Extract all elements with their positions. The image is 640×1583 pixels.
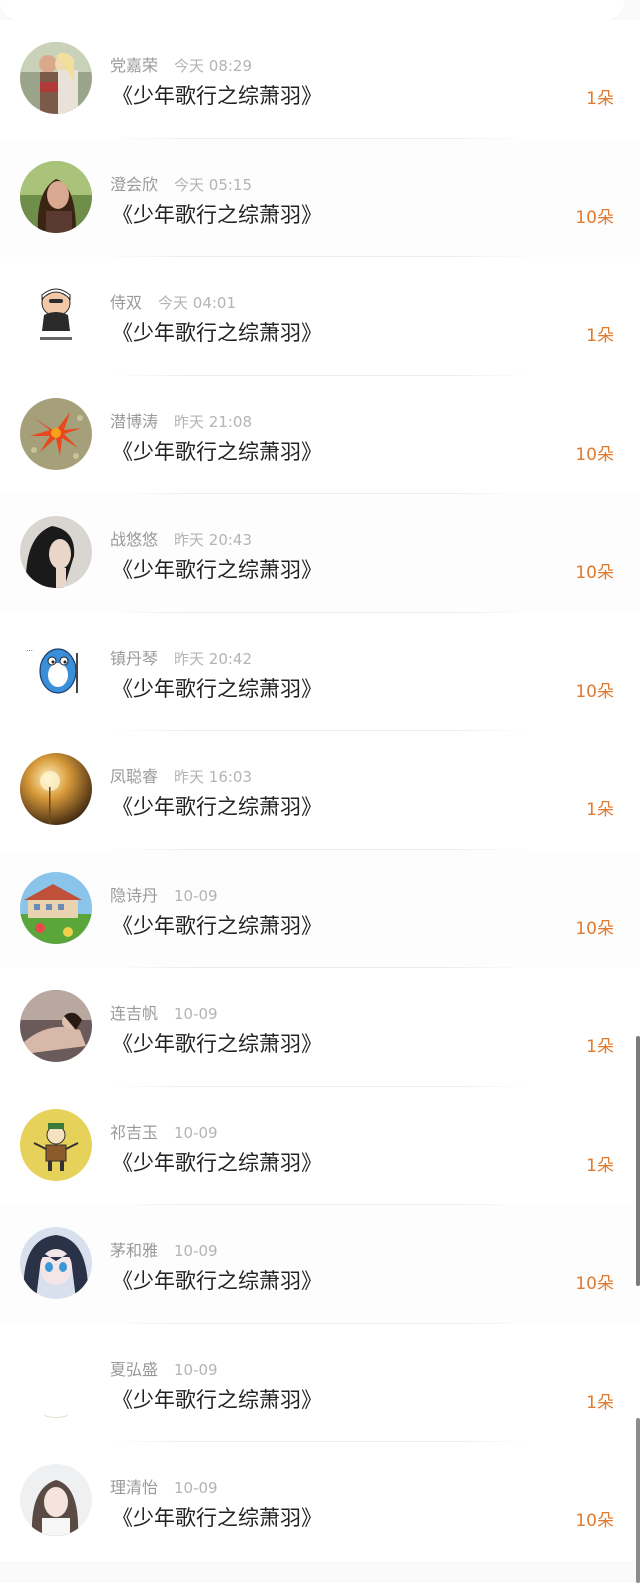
user-info-line: 祁吉玉 10-09: [110, 1119, 218, 1143]
list-item[interactable]: 澄会欣 今天 05:15 《少年歌行之综萧羽》 10朵: [0, 138, 640, 257]
user-name: 澄会欣: [110, 174, 159, 194]
user-name: 镇丹琴: [110, 648, 159, 668]
book-title[interactable]: 《少年歌行之综萧羽》: [112, 791, 322, 821]
user-info-line: 侍双 今天 04:01: [110, 289, 236, 313]
user-info-line: 潜博涛 昨天 21:08: [110, 408, 252, 432]
user-info-line: 夏弘盛 10-09: [110, 1356, 218, 1380]
user-name: 党嘉荣: [110, 56, 159, 75]
user-name: 战悠悠: [110, 530, 159, 549]
user-name: 隐诗丹: [110, 885, 159, 905]
timestamp: 今天 05:15: [174, 175, 253, 194]
anime-girl-avatar[interactable]: [20, 1227, 92, 1299]
gift-record-screen: 党嘉荣 今天 08:29 《少年歌行之综萧羽》 1朵 澄会欣 今天 05:15 《少…: [0, 0, 640, 1583]
timestamp: 昨天 16:03: [174, 768, 253, 786]
user-name: 理清怡: [110, 1478, 159, 1497]
timestamp: 10-09: [174, 886, 218, 905]
list-item[interactable]: 侍双 今天 04:01 《少年歌行之综萧羽》 1朵: [0, 257, 640, 376]
book-title[interactable]: 《少年歌行之综萧羽》: [112, 1265, 322, 1295]
woman-light-portrait-avatar[interactable]: [20, 1464, 92, 1536]
user-name: 茅和雅: [110, 1241, 159, 1260]
book-title[interactable]: 《少年歌行之综萧羽》: [112, 80, 322, 110]
user-info-line: 镇丹琴 昨天 20:42: [110, 645, 252, 669]
book-title[interactable]: 《少年歌行之综萧羽》: [112, 1147, 322, 1177]
woman-lying-avatar[interactable]: [20, 990, 92, 1062]
timestamp: 今天 04:01: [158, 294, 237, 312]
flower-count: 1朵: [586, 800, 614, 820]
list-item[interactable]: 党嘉荣 今天 08:29 《少年歌行之综萧羽》 1朵: [0, 20, 640, 139]
user-info-line: 澄会欣 今天 05:15: [110, 171, 252, 195]
flower-count: 10朵: [575, 1274, 614, 1294]
flower-count: 10朵: [575, 444, 614, 465]
timestamp: 10-09: [174, 1360, 218, 1379]
timestamp: 10-09: [174, 1123, 218, 1142]
book-title[interactable]: 《少年歌行之综萧羽》: [112, 554, 322, 584]
user-info-line: 隐诗丹 10-09: [110, 882, 218, 906]
cartoon-figure-yellow-avatar[interactable]: [20, 1108, 92, 1181]
timestamp: 昨天 21:08: [174, 412, 253, 431]
list-item[interactable]: 祁吉玉 10-09 《少年歌行之综萧羽》 1朵: [0, 1086, 640, 1205]
flower-count: 1朵: [586, 1155, 614, 1176]
list-item[interactable]: 茅和雅 10-09 《少年歌行之综萧羽》 10朵: [0, 1205, 640, 1324]
book-title[interactable]: 《少年歌行之综萧羽》: [112, 1502, 322, 1532]
user-info-line: 党嘉荣 今天 08:29: [110, 52, 252, 76]
scrollbar-lower[interactable]: [636, 1418, 640, 1583]
user-name: 连吉帆: [110, 1004, 159, 1023]
house-garden-avatar[interactable]: [20, 871, 92, 944]
flower-count: 1朵: [586, 326, 614, 346]
book-title[interactable]: 《少年歌行之综萧羽》: [112, 1384, 322, 1414]
user-info-line: 茅和雅 10-09: [110, 1237, 218, 1261]
red-flower-avatar[interactable]: [20, 397, 92, 470]
user-name: 潜博涛: [110, 411, 159, 431]
dandelion-sunset-avatar[interactable]: [20, 753, 92, 825]
list-item[interactable]: 连吉帆 10-09 《少年歌行之综萧羽》 1朵: [0, 968, 640, 1087]
flower-count: 1朵: [586, 89, 614, 109]
book-title[interactable]: 《少年歌行之综萧羽》: [112, 910, 322, 940]
flower-count: 10朵: [575, 1511, 614, 1531]
book-title[interactable]: 《少年歌行之综萧羽》: [112, 436, 322, 466]
timestamp: 今天 08:29: [174, 57, 253, 75]
timestamp: 昨天 20:43: [174, 531, 253, 549]
dark-hair-portrait-avatar[interactable]: [20, 516, 92, 588]
list-item[interactable]: 凤聪睿 昨天 16:03 《少年歌行之综萧羽》 1朵: [0, 731, 640, 850]
book-title[interactable]: 《少年歌行之综萧羽》: [112, 199, 322, 229]
user-name: 夏弘盛: [110, 1359, 159, 1379]
list-item[interactable]: 潜博涛 昨天 21:08 《少年歌行之综萧羽》 10朵: [0, 375, 640, 494]
top-card-edge: [0, 0, 624, 20]
timestamp: 10-09: [174, 1479, 218, 1497]
cartoon-man-avatar[interactable]: [20, 279, 92, 351]
user-info-line: 理清怡 10-09: [110, 1474, 218, 1498]
list-item[interactable]: … 镇丹琴 昨天 20:42 《少年歌行之综萧羽》 10朵: [0, 612, 640, 731]
book-title[interactable]: 《少年歌行之综萧羽》: [112, 1028, 322, 1058]
user-info-line: 战悠悠 昨天 20:43: [110, 526, 252, 550]
svg-text:…: …: [26, 645, 33, 653]
user-name: 凤聪睿: [110, 767, 159, 786]
list-item[interactable]: 理清怡 10-09 《少年歌行之综萧羽》 10朵: [0, 1442, 640, 1561]
timestamp: 10-09: [174, 1242, 218, 1260]
blank-avatar[interactable]: [20, 1345, 92, 1418]
timestamp: 昨天 20:42: [174, 649, 253, 668]
blue-cartoon-avatar[interactable]: …: [20, 634, 92, 707]
user-name: 侍双: [110, 293, 143, 312]
list-item[interactable]: 隐诗丹 10-09 《少年歌行之综萧羽》 10朵: [0, 849, 640, 968]
list-item[interactable]: 战悠悠 昨天 20:43 《少年歌行之综萧羽》 10朵: [0, 494, 640, 613]
scrollbar[interactable]: [636, 1036, 640, 1286]
list-item[interactable]: 夏弘盛 10-09 《少年歌行之综萧羽》 1朵: [0, 1323, 640, 1442]
couple-photo-avatar[interactable]: [20, 42, 92, 114]
flower-count: 10朵: [575, 207, 614, 228]
woman-portrait-avatar[interactable]: [20, 160, 92, 233]
flower-count: 1朵: [586, 1037, 614, 1057]
flower-count: 10朵: [575, 563, 614, 583]
flower-count: 1朵: [586, 1392, 614, 1413]
user-info-line: 连吉帆 10-09: [110, 1000, 218, 1024]
gift-record-list: 党嘉荣 今天 08:29 《少年歌行之综萧羽》 1朵 澄会欣 今天 05:15 《少…: [0, 20, 640, 1561]
book-title[interactable]: 《少年歌行之综萧羽》: [112, 673, 322, 703]
user-name: 祁吉玉: [110, 1122, 159, 1142]
flower-count: 10朵: [575, 918, 614, 939]
timestamp: 10-09: [174, 1005, 218, 1023]
user-info-line: 凤聪睿 昨天 16:03: [110, 763, 252, 787]
book-title[interactable]: 《少年歌行之综萧羽》: [112, 317, 322, 347]
flower-count: 10朵: [575, 681, 614, 702]
